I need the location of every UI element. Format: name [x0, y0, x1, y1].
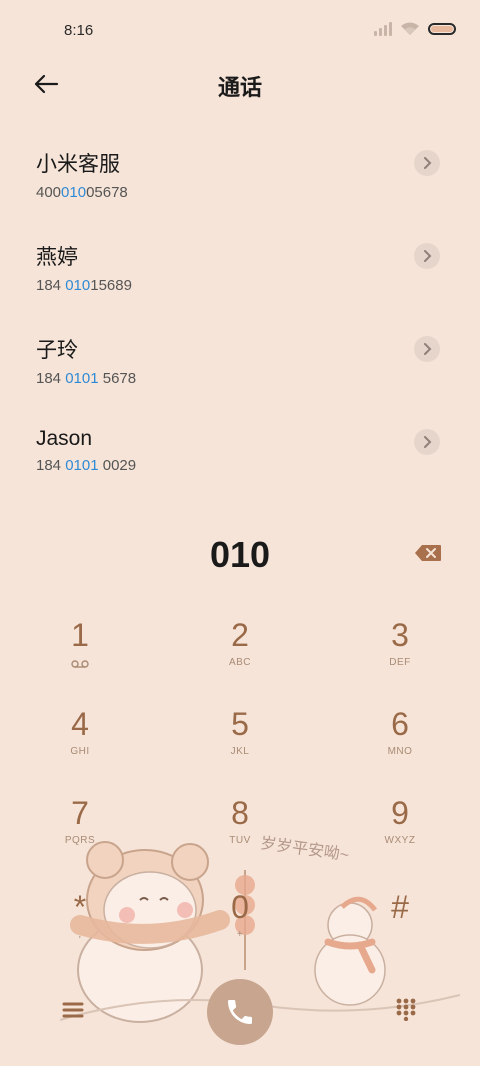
key-hash[interactable]: # [340, 887, 460, 967]
key-9[interactable]: 9 WXYZ [340, 793, 460, 873]
contact-item[interactable]: 小米客服 40001005678 [0, 130, 480, 223]
key-8[interactable]: 8 TUV [180, 793, 300, 873]
call-button[interactable] [207, 979, 273, 1045]
contact-number: 184 0101 0029 [36, 457, 137, 474]
contact-item[interactable]: 燕婷 184 01015689 [0, 223, 480, 316]
key-2[interactable]: 2 ABC [180, 615, 300, 695]
key-5[interactable]: 5 JKL [180, 704, 300, 784]
contact-number: 184 01015689 [36, 277, 132, 294]
key-0[interactable]: 0 + [180, 887, 300, 967]
page-title: 通话 [217, 75, 262, 100]
contact-number: 40001005678 [36, 184, 128, 201]
key-digit: 8 [231, 795, 249, 831]
dialed-number: 010 [209, 534, 271, 575]
key-letters: PQRS [64, 835, 96, 846]
key-6[interactable]: 6 MNO [340, 704, 460, 784]
status-icons [374, 22, 456, 36]
contact-number: 184 0101 5678 [36, 370, 137, 387]
key-letters: TUV [229, 835, 251, 846]
key-letters: + [236, 929, 244, 940]
key-letters: MNO [387, 746, 413, 757]
key-3[interactable]: 3 DEF [340, 615, 460, 695]
backspace-icon [415, 545, 441, 561]
key-digit: 7 [71, 795, 89, 831]
key-letters: GHI [70, 746, 90, 757]
key-letters: , [78, 929, 82, 940]
key-letters: DEF [389, 657, 411, 668]
dialpad-icon [396, 998, 416, 1022]
key-letters: JKL [230, 746, 250, 757]
contact-list: 小米客服 40001005678 燕婷 184 01015689 子玲 184 … [0, 130, 480, 502]
dialed-number-row: 010 [0, 530, 480, 580]
key-digit: 1 [71, 617, 89, 653]
key-letters: ABC [228, 657, 252, 668]
key-digit: # [391, 889, 409, 925]
header: 通话 [0, 62, 480, 106]
menu-button[interactable] [60, 999, 86, 1021]
key-letters: WXYZ [384, 835, 416, 846]
key-star[interactable]: * , [20, 887, 140, 967]
key-digit: 9 [391, 795, 409, 831]
key-7[interactable]: 7 PQRS [20, 793, 140, 873]
key-digit: 0 [231, 889, 249, 925]
contact-item[interactable]: 子玲 184 0101 5678 [0, 316, 480, 409]
voicemail-icon [71, 660, 89, 668]
bottom-action-bar [0, 975, 480, 1050]
contact-detail-button[interactable] [414, 429, 440, 455]
menu-icon [62, 1002, 84, 1018]
contact-item[interactable]: Jason 184 0101 0029 [0, 409, 480, 502]
signal-icon [374, 22, 392, 36]
key-digit: 4 [71, 706, 89, 742]
battery-icon [428, 23, 456, 35]
status-time: 8:16 [64, 22, 94, 39]
chevron-right-icon [424, 157, 432, 169]
phone-icon [228, 1000, 252, 1024]
status-bar: 8:16 [0, 0, 480, 62]
key-digit: 3 [391, 617, 409, 653]
key-digit: 2 [231, 617, 249, 653]
chevron-right-icon [424, 436, 432, 448]
contact-detail-button[interactable] [414, 243, 440, 269]
key-4[interactable]: 4 GHI [20, 704, 140, 784]
wifi-icon [401, 22, 419, 35]
contact-detail-button[interactable] [414, 336, 440, 362]
chevron-right-icon [424, 343, 432, 355]
dialpad-toggle-button[interactable] [394, 997, 418, 1022]
contact-detail-button[interactable] [414, 150, 440, 176]
key-digit: * [73, 889, 87, 925]
key-1[interactable]: 1 [20, 615, 140, 695]
key-digit: 6 [391, 706, 409, 742]
key-digit: 5 [231, 706, 249, 742]
chevron-right-icon [424, 250, 432, 262]
backspace-button[interactable] [414, 544, 442, 562]
